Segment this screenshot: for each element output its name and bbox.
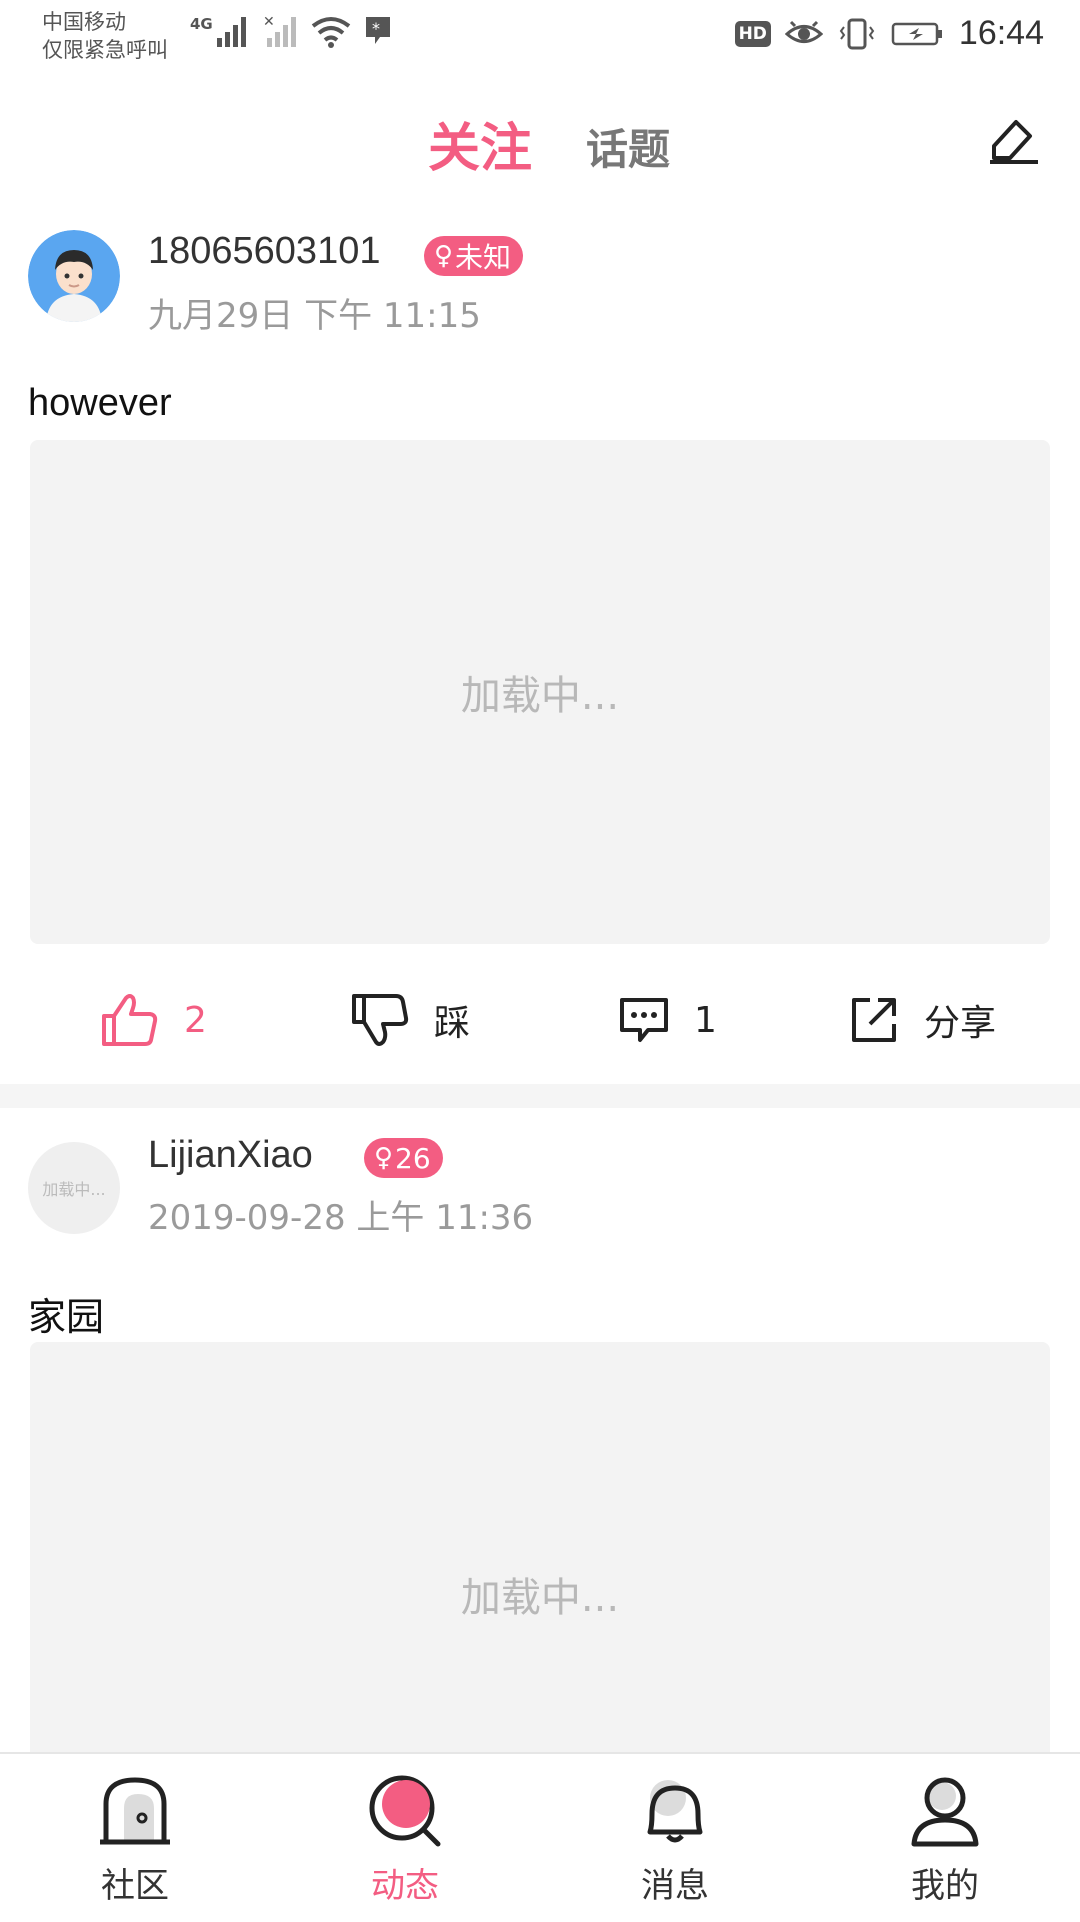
carrier-info: 中国移动 仅限紧急呼叫 xyxy=(42,8,168,64)
post-time: 九月29日 下午 11:15 xyxy=(148,296,481,336)
badge-label: 未知 xyxy=(455,241,512,274)
thumbs-up-icon xyxy=(102,994,158,1046)
carrier-name: 中国移动 xyxy=(42,10,126,34)
bell-icon xyxy=(647,1780,703,1843)
nav-label: 消息 xyxy=(641,1866,709,1906)
username[interactable]: 18065603101 xyxy=(148,230,380,273)
comment-icon xyxy=(620,998,668,1042)
user-avatar-icon xyxy=(28,230,120,322)
gender-badge: ♀ 26 xyxy=(364,1138,443,1178)
share-icon xyxy=(852,998,896,1042)
post-text: 家园 xyxy=(28,1297,105,1339)
network-type: 4G xyxy=(190,15,213,33)
svg-text:*: * xyxy=(372,19,380,38)
user-icon xyxy=(911,1777,979,1847)
post-separator xyxy=(0,1084,1080,1108)
signal-group: 4G ✕ * xyxy=(190,14,393,48)
thumbs-down-icon xyxy=(352,994,409,1046)
post-card: 加载中... LijianXiao ♀ 26 2019-09-28 上午 11:… xyxy=(0,1120,1080,1752)
nav-community[interactable]: 社区 xyxy=(0,1754,270,1922)
notification-icon: * xyxy=(365,17,390,44)
top-nav: 关注 话题 xyxy=(0,88,1080,188)
bottom-nav: 社区 动态 消息 我的 xyxy=(0,1752,1080,1922)
image-loading-text: 加载中... xyxy=(460,673,620,719)
username[interactable]: LijianXiao xyxy=(148,1134,313,1177)
avatar[interactable] xyxy=(28,230,120,322)
post-image[interactable]: 加载中... xyxy=(30,440,1050,944)
female-icon: ♀ xyxy=(374,1143,394,1173)
edit-icon[interactable] xyxy=(986,112,1042,168)
tab-topic[interactable]: 话题 xyxy=(586,116,670,177)
gender-badge: ♀ 未知 xyxy=(424,236,524,276)
like-count: 2 xyxy=(184,999,207,1041)
vibrate-icon xyxy=(839,18,875,49)
wifi-icon xyxy=(311,17,350,48)
post-time: 2019-09-28 上午 11:36 xyxy=(148,1198,534,1238)
clock: 16:44 xyxy=(958,14,1044,52)
share-label: 分享 xyxy=(924,1003,997,1044)
feed-icon xyxy=(369,1775,441,1847)
nav-label: 动态 xyxy=(371,1866,439,1906)
nav-feed[interactable]: 动态 xyxy=(270,1754,540,1922)
post-image[interactable]: 加载中... xyxy=(30,1342,1050,1752)
comment-count: 1 xyxy=(694,999,717,1041)
dislike-button[interactable]: 踩 xyxy=(350,970,470,1070)
nav-messages[interactable]: 消息 xyxy=(540,1754,810,1922)
battery-icon xyxy=(891,22,942,45)
eye-icon xyxy=(784,20,823,43)
post-text: however xyxy=(28,382,172,424)
avatar-loading-text: 加载中... xyxy=(42,1180,106,1199)
community-icon xyxy=(100,1777,170,1845)
female-icon: ♀ xyxy=(434,241,454,271)
nav-label: 社区 xyxy=(101,1866,169,1906)
share-button[interactable]: 分享 xyxy=(848,970,996,1070)
avatar[interactable]: 加载中... xyxy=(28,1142,120,1234)
comment-button[interactable]: 1 xyxy=(618,970,717,1070)
hd-icon: HD xyxy=(734,20,771,47)
post-actions: 2 踩 1 分享 xyxy=(0,970,1080,1070)
carrier-status: 仅限紧急呼叫 xyxy=(42,38,168,62)
status-bar: 中国移动 仅限紧急呼叫 4G ✕ * HD 16:44 xyxy=(0,0,1080,72)
image-loading-text: 加载中... xyxy=(460,1575,620,1621)
badge-label: 26 xyxy=(395,1141,431,1175)
nav-label: 我的 xyxy=(911,1866,979,1906)
post-card: 18065603101 ♀ 未知 九月29日 下午 11:15 however … xyxy=(0,220,1080,1084)
status-right: HD 16:44 xyxy=(734,14,1044,53)
dislike-label: 踩 xyxy=(434,1003,471,1044)
signal-icon xyxy=(216,17,246,47)
svg-text:✕: ✕ xyxy=(263,14,275,30)
tab-follow[interactable]: 关注 xyxy=(428,106,532,181)
like-button[interactable]: 2 xyxy=(100,970,207,1070)
no-signal-icon: ✕ xyxy=(263,14,296,47)
nav-profile[interactable]: 我的 xyxy=(810,1754,1080,1922)
